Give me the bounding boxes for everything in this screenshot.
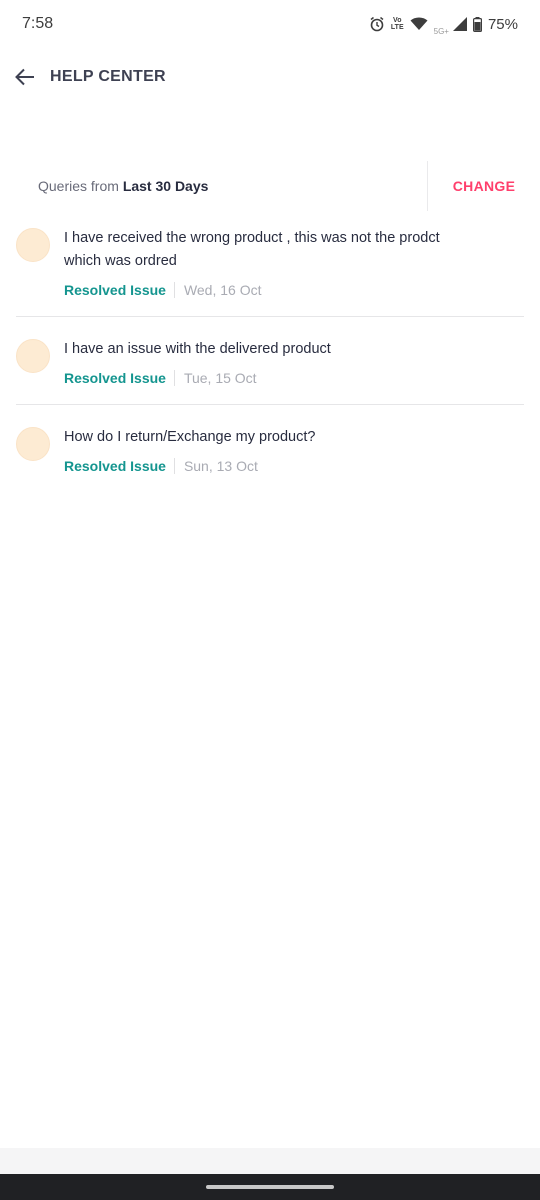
- battery-percent: 75%: [487, 15, 518, 33]
- query-item[interactable]: How do I return/Exchange my product? Res…: [16, 423, 524, 492]
- app-header: HELP CENTER: [0, 48, 540, 106]
- change-period-button[interactable]: CHANGE: [428, 178, 540, 194]
- query-item[interactable]: I have an issue with the delivered produ…: [16, 335, 524, 405]
- status-bar: 7:58 Vo LTE 5G+ 75%: [0, 0, 540, 48]
- status-time: 7:58: [22, 15, 54, 32]
- query-title: How do I return/Exchange my product?: [64, 429, 316, 445]
- page-title: HELP CENTER: [50, 68, 166, 85]
- system-nav-bar: [0, 1174, 540, 1200]
- query-title: I have received the wrong product , this…: [64, 230, 440, 269]
- network-type-label: 5G+: [433, 26, 449, 36]
- query-date: Sun, 13 Oct: [183, 458, 258, 474]
- query-status: Resolved Issue: [64, 282, 175, 298]
- query-avatar: [16, 339, 50, 373]
- query-avatar: [16, 427, 50, 461]
- battery-icon: [472, 16, 482, 32]
- query-title: I have an issue with the delivered produ…: [64, 341, 331, 357]
- alarm-icon: [369, 16, 385, 32]
- status-icons: Vo LTE 5G+ 75%: [369, 13, 518, 36]
- bottom-strip: [0, 1148, 540, 1174]
- volte-icon: Vo LTE: [391, 17, 404, 31]
- back-arrow-icon: [15, 68, 34, 86]
- query-filter-row: Queries from Last 30 Days CHANGE: [0, 160, 540, 212]
- filter-label: Queries from Last 30 Days: [0, 178, 427, 194]
- query-date: Wed, 16 Oct: [183, 282, 262, 298]
- query-avatar: [16, 228, 50, 262]
- filter-prefix: Queries from: [38, 178, 119, 194]
- volte-top-label: Vo: [393, 17, 402, 24]
- signal-icon: [452, 17, 467, 31]
- wifi-icon: [410, 17, 428, 31]
- query-list: I have received the wrong product , this…: [16, 224, 524, 510]
- query-item[interactable]: I have received the wrong product , this…: [16, 224, 524, 317]
- back-button[interactable]: [14, 66, 36, 88]
- volte-bottom-label: LTE: [390, 24, 404, 31]
- query-status: Resolved Issue: [64, 370, 175, 386]
- query-date: Tue, 15 Oct: [183, 370, 257, 386]
- home-gesture-handle[interactable]: [206, 1185, 334, 1189]
- query-status: Resolved Issue: [64, 458, 175, 474]
- filter-period: Last 30 Days: [122, 178, 209, 194]
